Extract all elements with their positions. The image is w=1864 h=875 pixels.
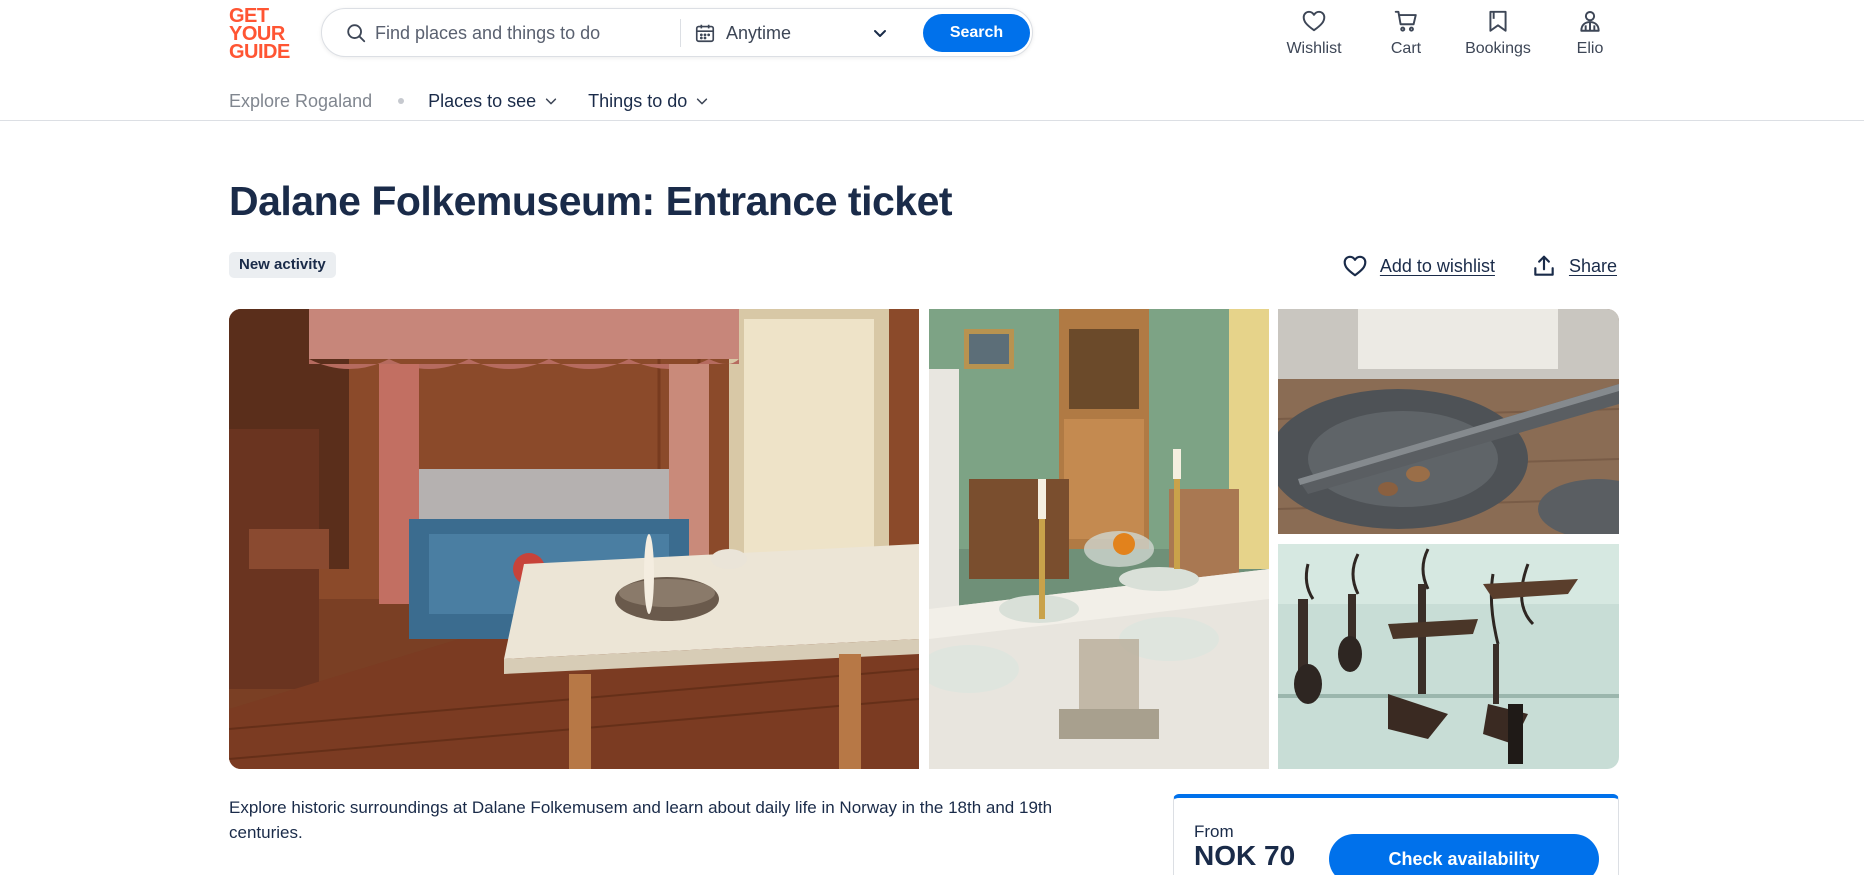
dining-room-photo[interactable] <box>929 309 1269 769</box>
nav-wishlist-label: Wishlist <box>1286 40 1342 57</box>
add-to-wishlist-label: Add to wishlist <box>1379 255 1495 276</box>
places-to-see-label: Places to see <box>428 90 537 111</box>
pewter-tableware-image <box>1278 309 1619 534</box>
share-icon <box>1534 255 1554 276</box>
search-icon <box>347 24 366 43</box>
bedroom-interior-photo[interactable] <box>229 309 919 769</box>
bedroom-interior-image <box>229 309 919 769</box>
getyourguide-logo[interactable]: GET YOUR GUIDE <box>229 6 297 63</box>
heart-icon <box>1302 10 1326 32</box>
search-input[interactable] <box>375 19 675 47</box>
heart-icon <box>1343 255 1367 277</box>
separator-dot <box>398 98 405 104</box>
nav-cart[interactable]: Cart <box>1360 6 1452 58</box>
title-actions: Add to wishlist Share <box>1342 253 1617 279</box>
oil-lamps-photo[interactable] <box>1278 544 1619 769</box>
nav-bookings[interactable]: Bookings <box>1452 6 1544 58</box>
logo-line-3: GUIDE <box>229 41 290 63</box>
chevron-down-icon <box>874 30 886 37</box>
activity-description: Explore historic surroundings at Dalane … <box>229 798 1053 842</box>
things-to-do-label: Things to do <box>588 90 688 111</box>
things-to-do-dropdown[interactable]: Things to do <box>588 91 709 112</box>
booking-card: From NOK 70 Check availability <box>1173 794 1619 875</box>
nav-profile-label: Elio <box>1576 40 1604 57</box>
page-title: Dalane Folkemuseum: Entrance ticket <box>229 178 953 224</box>
oil-lamps-image <box>1278 544 1619 769</box>
cart-icon <box>1394 10 1417 32</box>
dining-room-image <box>929 309 1269 769</box>
search-bar: Anytime Search <box>321 8 1033 57</box>
nav-bookings-label: Bookings <box>1465 40 1531 57</box>
breadcrumb-nav: Explore Rogaland Places to see Things to… <box>229 88 739 114</box>
calendar-icon <box>695 24 715 43</box>
nav-cart-label: Cart <box>1390 40 1422 57</box>
search-button[interactable]: Search <box>923 14 1030 52</box>
date-label: Anytime <box>726 22 792 43</box>
chevron-down-icon <box>546 98 557 105</box>
places-to-see-dropdown[interactable]: Places to see <box>428 91 558 112</box>
explore-link[interactable]: Explore Rogaland <box>229 91 372 112</box>
profile-icon <box>1580 11 1600 32</box>
add-to-wishlist-button[interactable]: Add to wishlist <box>1342 253 1495 279</box>
date-picker[interactable]: Anytime <box>694 17 894 49</box>
share-label: Share <box>1568 255 1617 276</box>
header-divider <box>0 120 1864 121</box>
photo-gallery <box>229 309 1619 769</box>
price-from-label: From <box>1194 822 1234 841</box>
nav-profile[interactable]: Elio <box>1544 6 1636 58</box>
price-value: NOK 70 <box>1194 840 1296 871</box>
search-divider <box>680 19 681 47</box>
share-button[interactable]: Share <box>1531 253 1617 279</box>
chevron-down-icon <box>697 98 708 105</box>
new-activity-badge: New activity <box>229 252 336 278</box>
bookmark-icon <box>1489 10 1507 32</box>
check-availability-button[interactable]: Check availability <box>1329 834 1599 875</box>
header-nav: Wishlist Cart Bookings Elio <box>1268 6 1636 58</box>
pewter-tableware-photo[interactable] <box>1278 309 1619 534</box>
nav-wishlist[interactable]: Wishlist <box>1268 6 1360 58</box>
